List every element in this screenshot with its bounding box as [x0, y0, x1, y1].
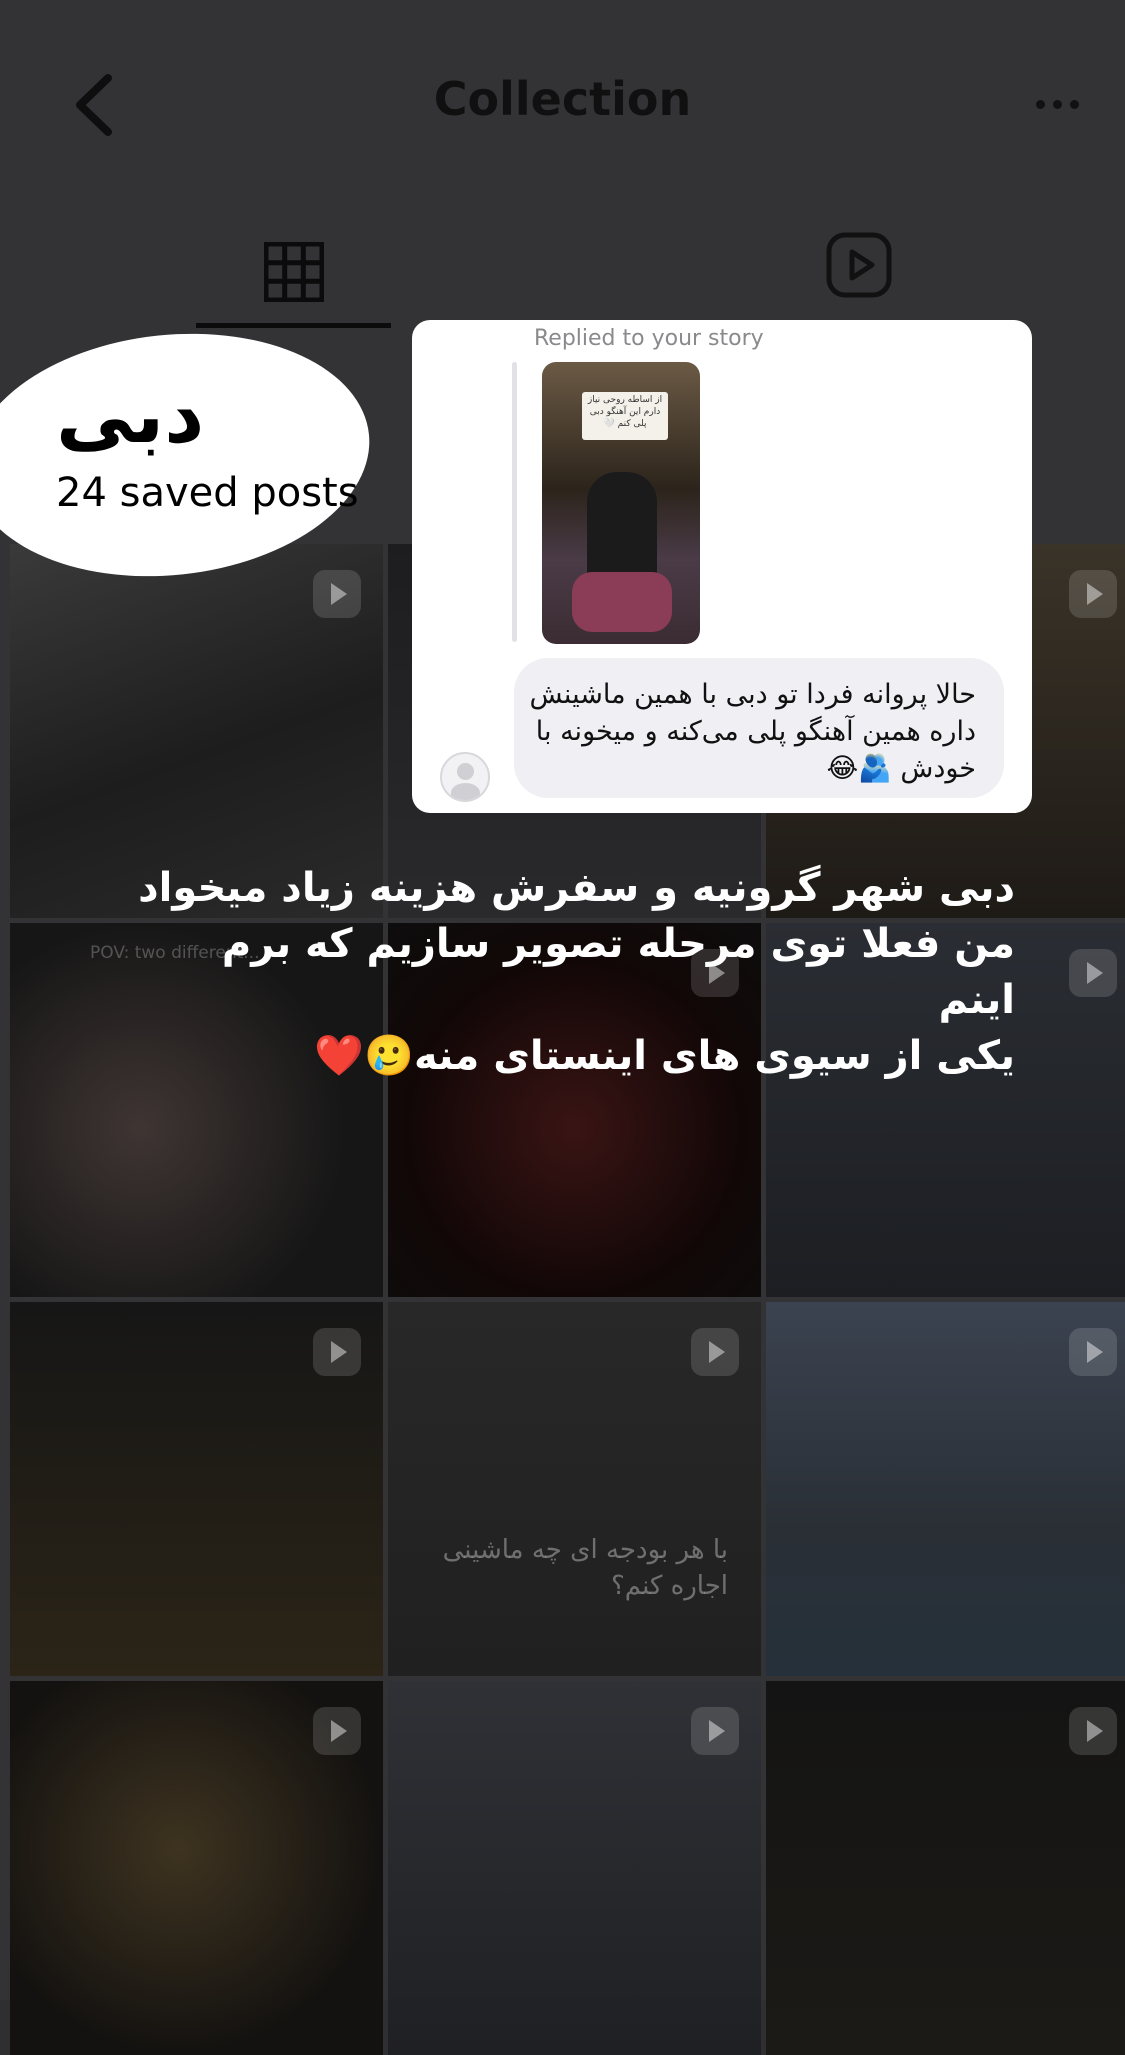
caption-line: یکی از سیوی های اینستای منه🥲❤️: [314, 1033, 1015, 1079]
tab-grid[interactable]: [196, 228, 391, 328]
reel-icon: [691, 1328, 739, 1376]
message-bubble: حالا پروانه فردا تو دبی با همین ماشینش د…: [514, 658, 1004, 798]
post-tile[interactable]: با هر بودجه ای چه ماشینی اجاره کنم؟: [388, 1302, 761, 1676]
quote-bar: [512, 362, 517, 642]
tab-reels[interactable]: [826, 232, 892, 302]
replied-label: Replied to your story: [534, 326, 764, 351]
caption-line: دبی شهر گرونیه و سفرش هزینه زیاد میخواد: [138, 865, 1015, 911]
post-caption: با هر بودجه ای چه ماشینی اجاره کنم؟: [442, 1535, 728, 1601]
reels-icon: [826, 232, 892, 298]
saved-posts-count: 24 saved posts: [56, 470, 359, 516]
reel-icon: [1069, 570, 1117, 618]
tab-bar: [0, 210, 1125, 328]
overlay-caption: دبی شهر گرونیه و سفرش هزینه زیاد میخواد …: [135, 860, 1015, 1084]
reel-icon: [313, 1328, 361, 1376]
active-tab-indicator: [196, 323, 391, 328]
page-title: Collection: [433, 72, 692, 126]
more-options-button[interactable]: [1036, 100, 1079, 109]
post-tile[interactable]: [10, 1302, 383, 1676]
grid-icon: [264, 242, 324, 302]
story-reply-card: Replied to your story از اساطه روحی نیاز…: [412, 320, 1032, 813]
reel-icon: [1069, 1328, 1117, 1376]
reel-icon: [1069, 949, 1117, 997]
avatar[interactable]: [440, 752, 490, 802]
story-sticker-text: از اساطه روحی نیاز دارم این آهنگو دبی پل…: [582, 392, 668, 440]
reel-icon: [313, 1707, 361, 1755]
header: Collection: [0, 0, 1125, 200]
collection-title: دبی: [56, 371, 205, 461]
reel-icon: [691, 1707, 739, 1755]
post-tile[interactable]: [766, 1681, 1125, 2055]
reel-icon: [313, 570, 361, 618]
message-text: حالا پروانه فردا تو دبی با همین ماشینش د…: [529, 679, 977, 784]
collection-name-sticker: دبی 24 saved posts: [0, 314, 382, 596]
post-tile[interactable]: [10, 1681, 383, 2055]
story-thumbnail[interactable]: از اساطه روحی نیاز دارم این آهنگو دبی پل…: [542, 362, 700, 644]
story-detail: [572, 572, 672, 632]
post-tile[interactable]: [388, 1681, 761, 2055]
post-tile[interactable]: [766, 1302, 1125, 1676]
reel-icon: [1069, 1707, 1117, 1755]
more-horizontal-icon: [1036, 100, 1045, 109]
screen: Collection POV: two different... با هر ب…: [0, 0, 1125, 2055]
caption-line: من فعلا توی مرحله تصویر سازیم که برم این…: [221, 921, 1015, 1023]
